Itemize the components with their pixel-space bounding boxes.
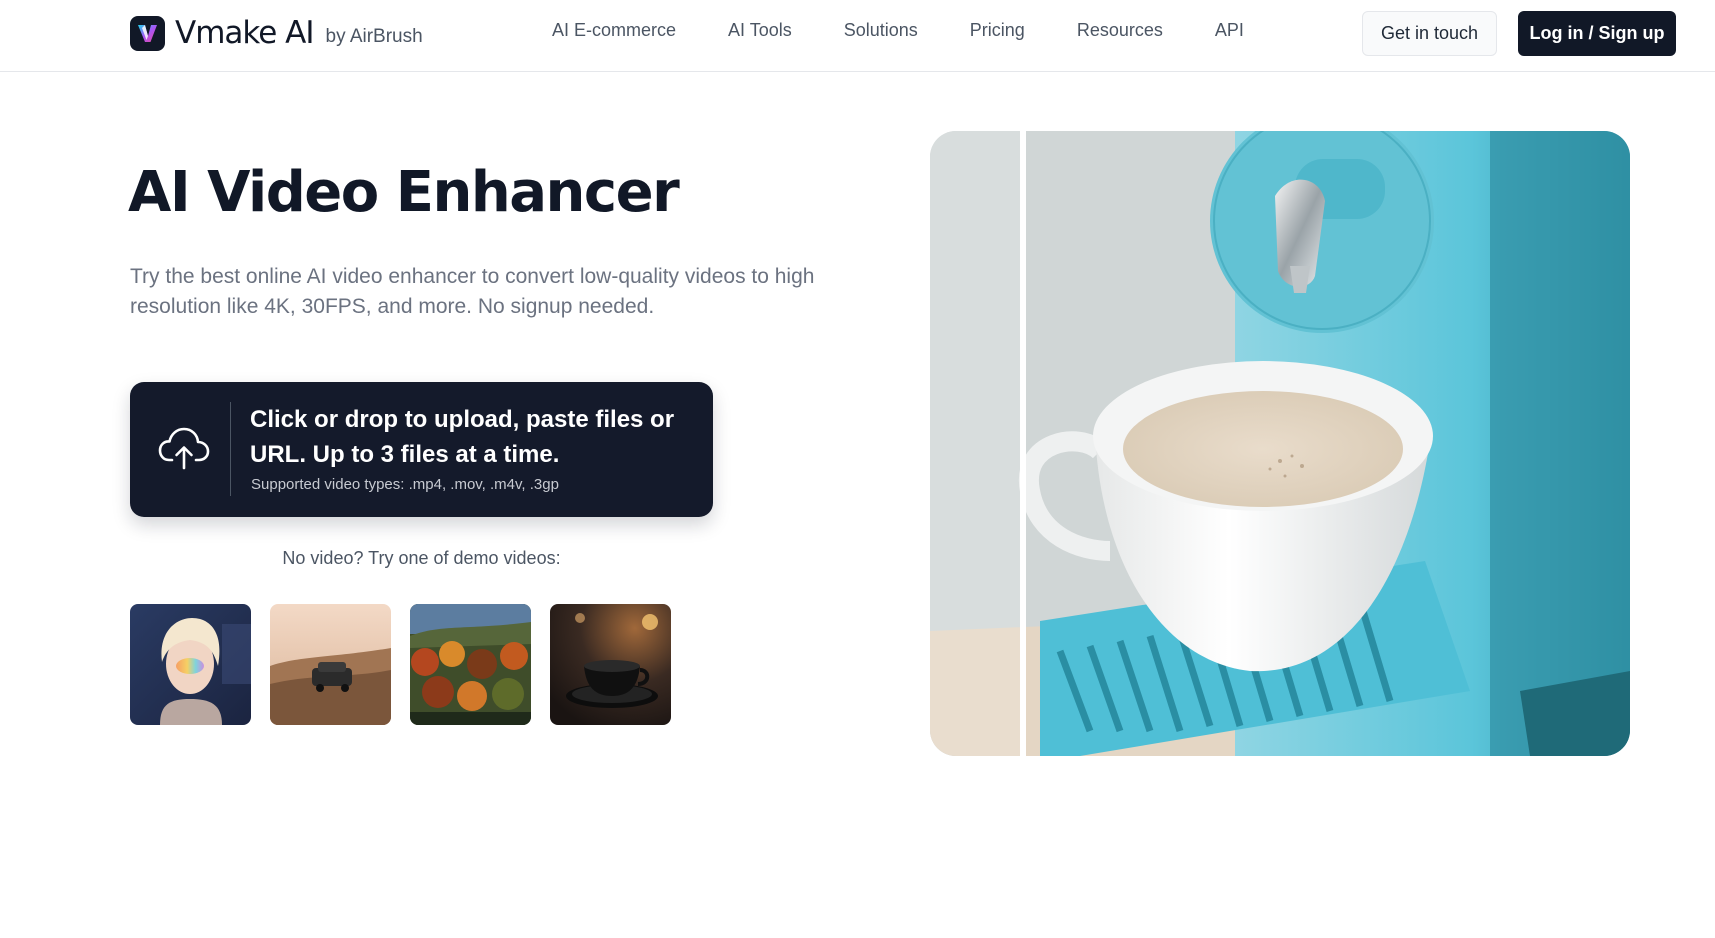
- upload-instructions: Click or drop to upload, paste files or …: [250, 406, 675, 468]
- main-nav: AI E-commerce AI Tools Solutions Pricing…: [552, 20, 1296, 41]
- upload-divider: [230, 402, 231, 496]
- brand-byline: by AirBrush: [325, 26, 423, 47]
- demo-videos-label: No video? Try one of demo videos:: [282, 548, 561, 568]
- coffee-machine-image: [930, 131, 1630, 756]
- nav-item-resources[interactable]: Resources: [1077, 20, 1163, 41]
- login-signup-button[interactable]: Log in / Sign up: [1518, 11, 1676, 56]
- demo-video-woman-portrait[interactable]: [130, 604, 251, 725]
- brand-logo[interactable]: Vmake AI by AirBrush: [130, 14, 423, 52]
- nav-item-ai-ecommerce[interactable]: AI E-commerce: [552, 20, 676, 41]
- page-subtitle: Try the best online AI video enhancer to…: [130, 265, 815, 318]
- before-after-comparison[interactable]: [930, 131, 1630, 756]
- nav-item-api[interactable]: API: [1215, 20, 1244, 41]
- site-header: Vmake AI by AirBrush AI E-commerce AI To…: [0, 0, 1715, 72]
- nav-item-solutions[interactable]: Solutions: [844, 20, 918, 41]
- vmake-logo-icon: [130, 15, 165, 51]
- page-title: AI Video Enhancer: [128, 160, 680, 225]
- demo-video-coffee-cup[interactable]: [550, 604, 671, 725]
- get-in-touch-button[interactable]: Get in touch: [1362, 11, 1497, 56]
- cloud-upload-icon: [158, 427, 210, 470]
- nav-item-pricing[interactable]: Pricing: [970, 20, 1025, 41]
- brand-name: Vmake AI: [175, 15, 315, 51]
- upload-dropzone[interactable]: Click or drop to upload, paste files or …: [130, 382, 713, 517]
- nav-item-ai-tools[interactable]: AI Tools: [728, 20, 792, 41]
- demo-video-autumn-forest[interactable]: [410, 604, 531, 725]
- supported-types-note: Supported video types: .mp4, .mov, .m4v,…: [251, 476, 559, 493]
- demo-video-car-in-desert[interactable]: [270, 604, 391, 725]
